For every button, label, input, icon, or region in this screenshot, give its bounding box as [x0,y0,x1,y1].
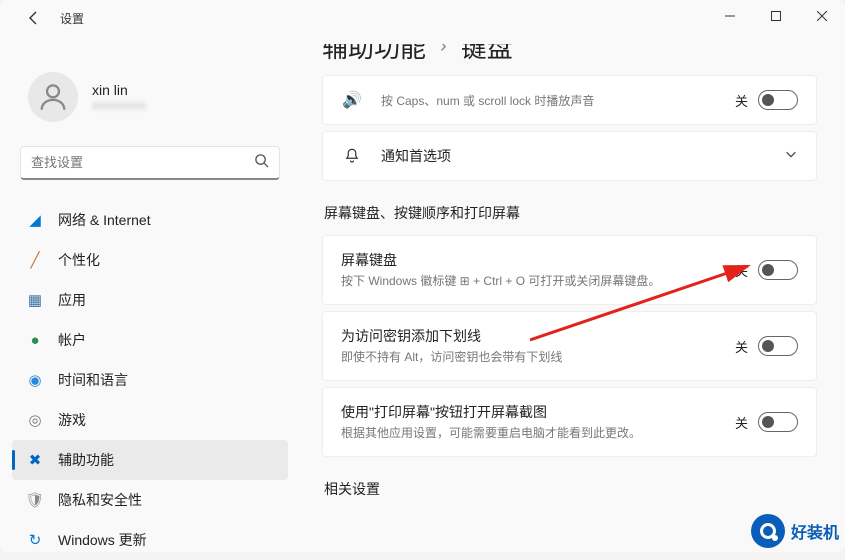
toggle-state: 关 [735,337,748,356]
person-icon: ● [26,331,44,349]
breadcrumb-parent[interactable]: 辅助功能 [322,44,426,65]
toggle-state: 关 [735,413,748,432]
sidebar-item-label: 网络 & Internet [58,210,151,230]
apps-icon: ▦ [26,291,44,309]
avatar [28,72,78,122]
toggle-state: 关 [735,91,748,110]
app-title: 设置 [60,10,84,27]
back-button[interactable] [24,8,44,28]
toggle-switch[interactable] [758,412,798,432]
sidebar-item-personalization[interactable]: ╱ 个性化 [12,240,288,280]
chevron-down-icon [784,147,798,166]
toggle-switch[interactable] [758,260,798,280]
brush-icon: ╱ [26,251,44,269]
card-onscreen-keyboard: 屏幕键盘 按下 Windows 徽标键 ⊞ + Ctrl + O 可打开或关闭屏… [322,235,817,305]
search-input-wrap[interactable] [20,146,280,180]
card-desc: 按下 Windows 徽标键 ⊞ + Ctrl + O 可打开或关闭屏幕键盘。 [341,272,717,290]
chevron-right-icon: › [440,44,447,58]
bell-icon [341,147,363,165]
sidebar-item-label: 帐户 [58,330,86,350]
maximize-button[interactable] [753,0,799,32]
card-underline-access-keys: 为访问密钥添加下划线 即使不持有 Alt，访问密钥也会带有下划线 关 [322,311,817,381]
card-notification-preferences[interactable]: 通知首选项 [322,131,817,181]
sidebar-item-label: 时间和语言 [58,370,128,390]
card-desc: 即使不持有 Alt，访问密钥也会带有下划线 [341,348,717,366]
card-title: 通知首选项 [381,146,766,166]
close-button[interactable] [799,0,845,32]
section-header: 屏幕键盘、按键顺序和打印屏幕 [324,203,817,223]
toggle-switch[interactable] [758,90,798,110]
watermark-logo-icon [751,514,785,548]
card-printscreen-snipping: 使用"打印屏幕"按钮打开屏幕截图 根据其他应用设置，可能需要重启电脑才能看到此更… [322,387,817,457]
sidebar-item-accounts[interactable]: ● 帐户 [12,320,288,360]
watermark-text: 好装机 [791,519,839,543]
card-title: 屏幕键盘 [341,250,717,270]
update-icon: ↻ [26,531,44,549]
sidebar-item-label: 隐私和安全性 [58,490,142,510]
game-icon: ◎ [26,411,44,429]
sidebar-item-time-language[interactable]: ◉ 时间和语言 [12,360,288,400]
watermark: 好装机 [751,514,839,548]
sidebar-item-label: 辅助功能 [58,450,114,470]
search-input[interactable] [31,155,254,170]
sidebar-item-network[interactable]: ◢ 网络 & Internet [12,200,288,240]
card-desc: 根据其他应用设置，可能需要重启电脑才能看到此更改。 [341,424,717,442]
globe-icon: ◉ [26,371,44,389]
breadcrumb: 辅助功能 › 键盘 [322,44,817,65]
shield-icon: 🛡 [26,491,44,509]
search-icon [254,153,269,173]
user-email: xxxxxxxxx [92,98,146,112]
sidebar-item-gaming[interactable]: ◎ 游戏 [12,400,288,440]
minimize-button[interactable] [707,0,753,32]
sidebar-item-privacy[interactable]: 🛡 隐私和安全性 [12,480,288,520]
toggle-switch[interactable] [758,336,798,356]
card-title: 为访问密钥添加下划线 [341,326,717,346]
accessibility-icon: ✖ [26,451,44,469]
sidebar-item-label: 游戏 [58,410,86,430]
user-profile[interactable]: xin lin xxxxxxxxx [12,44,288,130]
sidebar-item-apps[interactable]: ▦ 应用 [12,280,288,320]
speaker-icon: 🔊 [341,90,363,110]
card-sound-on-lock-keys[interactable]: 🔊 按 Caps、num 或 scroll lock 时播放声音 关 [322,75,817,125]
card-desc: 按 Caps、num 或 scroll lock 时播放声音 [381,92,717,110]
section-header: 相关设置 [324,479,817,499]
toggle-state: 关 [735,261,748,280]
sidebar-item-label: 个性化 [58,250,100,270]
sidebar-item-label: 应用 [58,290,86,310]
breadcrumb-current: 键盘 [461,44,513,65]
wifi-icon: ◢ [26,211,44,229]
sidebar-item-accessibility[interactable]: ✖ 辅助功能 [12,440,288,480]
user-name: xin lin [92,82,146,98]
sidebar-item-label: Windows 更新 [58,530,147,550]
card-title: 使用"打印屏幕"按钮打开屏幕截图 [341,402,717,422]
sidebar-item-windows-update[interactable]: ↻ Windows 更新 [12,520,288,560]
